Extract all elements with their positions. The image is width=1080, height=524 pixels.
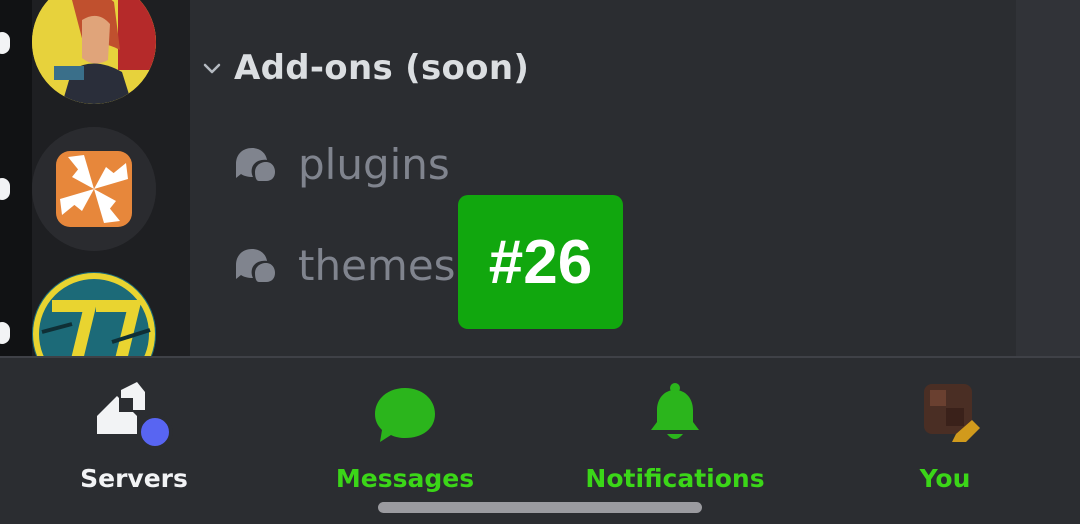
tab-servers[interactable]: Servers <box>34 382 234 493</box>
bottom-navigation: Servers Messages Notifications You <box>0 356 1080 524</box>
tab-notifications[interactable]: Notifications <box>575 382 775 493</box>
tab-label: Messages <box>335 464 475 493</box>
category-label: Add-ons (soon) <box>234 48 530 88</box>
forum-icon <box>236 249 275 282</box>
forum-icon <box>236 148 275 181</box>
channel-label: plugins <box>298 139 450 189</box>
category-add-ons[interactable]: Add-ons (soon) <box>200 40 529 96</box>
tab-label: Servers <box>80 464 188 493</box>
channel-label: themes <box>298 240 456 290</box>
chevron-down-icon <box>203 63 221 74</box>
messages-icon <box>360 382 450 454</box>
chat-area-edge <box>996 0 1080 356</box>
tab-messages[interactable]: Messages <box>305 382 505 493</box>
tab-label: Notifications <box>585 464 765 493</box>
servers-icon <box>89 382 179 454</box>
server-avatar-orange-pinwheel-icon <box>32 127 156 251</box>
channel-themes[interactable]: themes <box>232 233 456 297</box>
server-avatar-pinwheel[interactable] <box>32 127 156 251</box>
home-indicator[interactable] <box>378 502 702 513</box>
tab-you[interactable]: You <box>845 382 1045 493</box>
channel-plugins[interactable]: plugins <box>232 132 450 196</box>
bell-icon <box>630 382 720 454</box>
tab-label: You <box>919 464 971 493</box>
user-avatar-icon <box>900 382 990 454</box>
number-badge: #26 <box>458 195 623 329</box>
